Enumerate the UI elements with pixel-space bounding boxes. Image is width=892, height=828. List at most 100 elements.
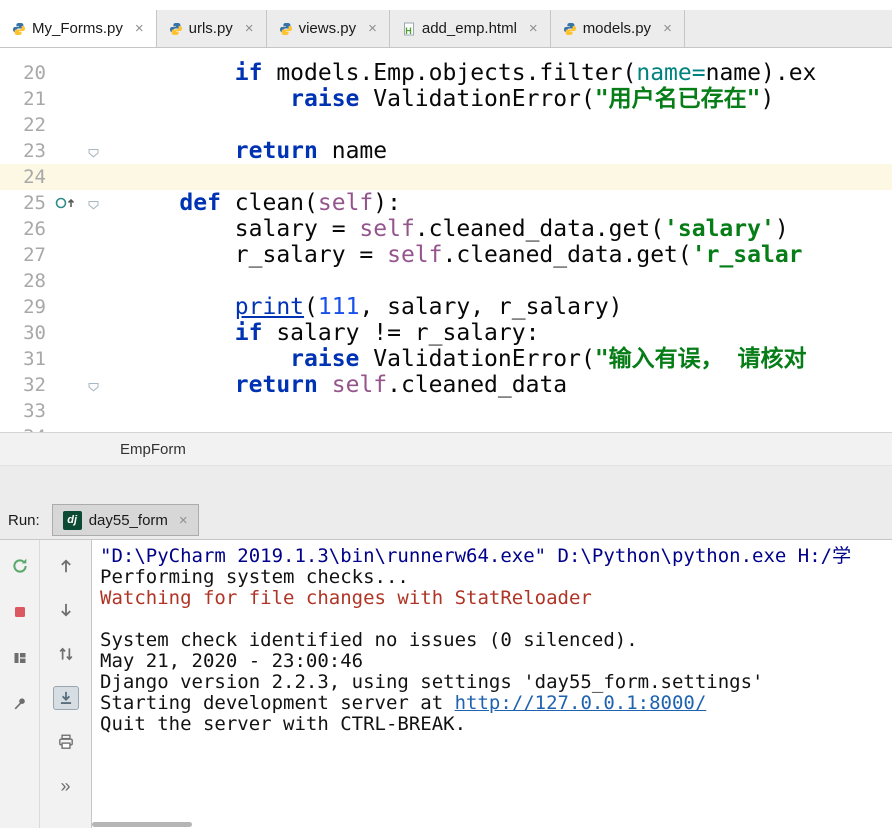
fold-marker-icon[interactable] bbox=[88, 145, 99, 163]
console-line: Quit the server with CTRL-BREAK. bbox=[100, 714, 892, 735]
pin-icon[interactable] bbox=[7, 692, 33, 716]
svg-text:H: H bbox=[405, 26, 412, 36]
code-text: raise ValidationError("输入有误， 请核对 bbox=[114, 346, 892, 372]
tab-label: models.py bbox=[583, 20, 651, 37]
run-tab-label: day55_form bbox=[89, 512, 168, 529]
horizontal-scrollbar[interactable] bbox=[92, 821, 892, 828]
up-arrow-button[interactable] bbox=[53, 554, 79, 578]
code-text: if salary != r_salary: bbox=[114, 320, 892, 346]
code-line[interactable]: 30 if salary != r_salary: bbox=[0, 320, 892, 346]
code-line[interactable]: 31 raise ValidationError("输入有误， 请核对 bbox=[0, 346, 892, 372]
code-token: 'r_salar bbox=[692, 242, 803, 268]
console-text: Quit the server with CTRL-BREAK. bbox=[100, 713, 466, 735]
code-line[interactable]: 23 return name bbox=[0, 138, 892, 164]
close-tab-icon[interactable]: × bbox=[245, 20, 254, 37]
scrollbar-thumb[interactable] bbox=[92, 822, 192, 827]
code-line[interactable]: 21 raise ValidationError("用户名已存在") bbox=[0, 86, 892, 112]
console-text: Performing system checks... bbox=[100, 566, 409, 588]
code-line[interactable]: 32 return self.cleaned_data bbox=[0, 372, 892, 398]
breadcrumb-bar: EmpForm bbox=[0, 432, 892, 466]
code-line[interactable]: 29 print(111, salary, r_salary) bbox=[0, 294, 892, 320]
fold-marker-icon[interactable] bbox=[88, 197, 99, 215]
code-token: , salary, r_salary) bbox=[359, 294, 622, 320]
tab-models-py[interactable]: models.py × bbox=[551, 10, 685, 47]
close-run-tab-icon[interactable]: × bbox=[179, 512, 188, 529]
line-number: 31 bbox=[0, 346, 50, 372]
breadcrumb[interactable]: EmpForm bbox=[120, 441, 186, 458]
code-line[interactable]: 22 bbox=[0, 112, 892, 138]
gutter bbox=[50, 86, 114, 112]
code-token: self bbox=[318, 190, 373, 216]
code-line[interactable]: 25 def clean(self): bbox=[0, 190, 892, 216]
print-icon[interactable] bbox=[53, 730, 79, 754]
code-line[interactable]: 28 bbox=[0, 268, 892, 294]
python-file-icon bbox=[12, 22, 26, 36]
code-line[interactable]: 20 if models.Emp.objects.filter(name=nam… bbox=[0, 60, 892, 86]
code-token: "用户名已存在" bbox=[595, 86, 761, 112]
close-tab-icon[interactable]: × bbox=[135, 20, 144, 37]
restore-layout-button[interactable] bbox=[7, 646, 33, 670]
code-token: self bbox=[387, 242, 442, 268]
line-number: 25 bbox=[0, 190, 50, 216]
code-text: raise ValidationError("用户名已存在") bbox=[114, 86, 892, 112]
rerun-button[interactable] bbox=[7, 554, 33, 578]
code-token: raise bbox=[290, 86, 359, 112]
override-method-icon[interactable] bbox=[55, 196, 77, 215]
down-arrow-button[interactable] bbox=[53, 598, 79, 622]
run-console-output[interactable]: "D:\PyCharm 2019.1.3\bin\runnerw64.exe" … bbox=[92, 540, 892, 820]
code-text: return name bbox=[114, 138, 892, 164]
code-token: ValidationError( bbox=[359, 86, 594, 112]
code-token: name bbox=[318, 138, 387, 164]
code-token: print bbox=[235, 294, 304, 320]
console-text bbox=[100, 608, 111, 630]
code-token: ): bbox=[373, 190, 401, 216]
editor-tabbar: My_Forms.py × urls.py × views.py × H add… bbox=[0, 10, 892, 48]
line-number: 26 bbox=[0, 216, 50, 242]
close-tab-icon[interactable]: × bbox=[368, 20, 377, 37]
fold-marker-icon[interactable] bbox=[88, 379, 99, 397]
code-text: salary = self.cleaned_data.get('salary') bbox=[114, 216, 892, 242]
swap-arrows-icon[interactable] bbox=[53, 642, 79, 666]
code-token: r_salary = bbox=[235, 242, 387, 268]
gutter bbox=[50, 112, 114, 138]
code-token: salary != r_salary: bbox=[262, 320, 539, 346]
code-token: ) bbox=[775, 216, 789, 242]
line-number: 21 bbox=[0, 86, 50, 112]
code-text bbox=[114, 424, 892, 432]
code-line[interactable]: 34 bbox=[0, 424, 892, 432]
code-text: print(111, salary, r_salary) bbox=[114, 294, 892, 320]
gutter bbox=[50, 372, 114, 398]
gutter bbox=[50, 138, 114, 164]
scroll-to-end-button[interactable] bbox=[53, 686, 79, 710]
code-editor[interactable]: 20 if models.Emp.objects.filter(name=nam… bbox=[0, 48, 892, 432]
pycharm-window: My_Forms.py × urls.py × views.py × H add… bbox=[0, 0, 892, 828]
tab-my-forms-py[interactable]: My_Forms.py × bbox=[0, 10, 157, 47]
code-text: def clean(self): bbox=[114, 190, 892, 216]
python-file-icon bbox=[169, 22, 183, 36]
line-number: 30 bbox=[0, 320, 50, 346]
tab-add-emp-html[interactable]: H add_emp.html × bbox=[390, 10, 551, 47]
more-options-icon[interactable]: » bbox=[53, 774, 79, 798]
line-number: 33 bbox=[0, 398, 50, 424]
close-tab-icon[interactable]: × bbox=[663, 20, 672, 37]
console-text: "D:\PyCharm 2019.1.3\bin\runnerw64.exe" … bbox=[100, 545, 851, 567]
code-token: .cleaned_data.get( bbox=[415, 216, 664, 242]
run-config-tab[interactable]: dj day55_form × bbox=[52, 504, 199, 536]
console-link[interactable]: http://127.0.0.1:8000/ bbox=[455, 692, 707, 714]
stop-button[interactable] bbox=[7, 600, 33, 624]
code-line[interactable]: 27 r_salary = self.cleaned_data.get('r_s… bbox=[0, 242, 892, 268]
gutter bbox=[50, 294, 114, 320]
gutter bbox=[50, 216, 114, 242]
tab-views-py[interactable]: views.py × bbox=[267, 10, 390, 47]
code-text bbox=[114, 268, 892, 294]
code-text: r_salary = self.cleaned_data.get('r_sala… bbox=[114, 242, 892, 268]
code-token: if bbox=[235, 60, 263, 86]
close-tab-icon[interactable]: × bbox=[529, 20, 538, 37]
code-line[interactable]: 24 bbox=[0, 164, 892, 190]
tab-urls-py[interactable]: urls.py × bbox=[157, 10, 267, 47]
gutter bbox=[50, 424, 114, 432]
code-line[interactable]: 33 bbox=[0, 398, 892, 424]
run-console-region: » "D:\PyCharm 2019.1.3\bin\runnerw64.exe… bbox=[0, 540, 892, 828]
code-line[interactable]: 26 salary = self.cleaned_data.get('salar… bbox=[0, 216, 892, 242]
code-text bbox=[114, 164, 892, 190]
